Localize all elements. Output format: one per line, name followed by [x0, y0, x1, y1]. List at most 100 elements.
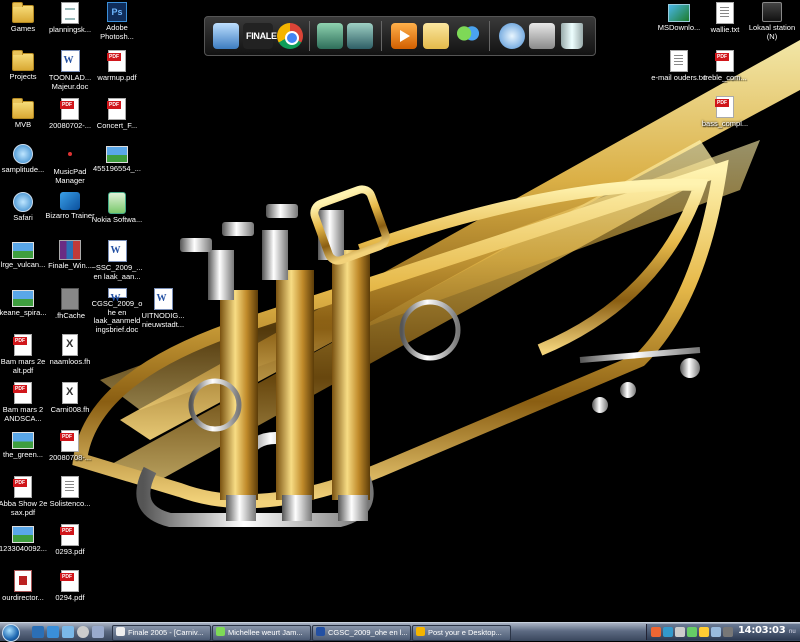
tray-network-icon[interactable]: [663, 627, 673, 637]
browser-icon: [416, 627, 425, 636]
dock-devices[interactable]: [529, 23, 555, 49]
desktop-icon-bass-compl[interactable]: bass_compl...: [698, 94, 752, 142]
task-label: Post your e Desktop...: [428, 628, 502, 638]
image-icon: [12, 526, 34, 543]
quicklaunch-explorer[interactable]: [62, 626, 74, 638]
bizarro-icon: [60, 192, 80, 210]
task-browser[interactable]: Post your e Desktop...: [412, 625, 511, 641]
pdf-icon: [60, 524, 79, 546]
task-word-document[interactable]: CGSC_2009_ohe en l...: [312, 625, 411, 641]
dock-computer[interactable]: [213, 23, 239, 49]
dock-finale[interactable]: FINALE: [243, 23, 277, 49]
quicklaunch-ie[interactable]: [47, 626, 59, 638]
tray-security-icon[interactable]: [699, 627, 709, 637]
dock-separator: [309, 21, 310, 51]
dock-messenger[interactable]: [455, 23, 481, 49]
freehand-icon: [62, 334, 78, 356]
desktop: Games Projects MVB samplitude... Safari …: [0, 0, 800, 622]
finale-icon: FINALE: [246, 31, 277, 41]
desktop-icon-bizarro-trainer[interactable]: Bizarro Trainer: [43, 190, 97, 238]
desktop-icon-label: Concert_F...: [96, 121, 138, 130]
folder-icon: [12, 2, 34, 23]
desktop-icon-uitnodig[interactable]: UITNODIG... nieuwstadt...: [136, 286, 190, 334]
archive-icon: [59, 240, 81, 260]
clock[interactable]: 14:03:03: [738, 625, 786, 636]
pdf-icon: [715, 96, 734, 118]
tray-app-icon[interactable]: [651, 627, 661, 637]
pdf-icon: [60, 98, 79, 120]
dock-bar: FINALE: [204, 16, 596, 56]
dock-media-player[interactable]: [391, 23, 417, 49]
desktop-icon-label: 455196554_...: [93, 164, 141, 173]
system-tray: 14:03:03 nu: [646, 624, 800, 640]
dock-window-manager-2[interactable]: [347, 23, 373, 49]
clock-suffix: nu: [789, 629, 796, 635]
pdf-icon: [715, 50, 734, 72]
quicklaunch-more[interactable]: [92, 626, 104, 638]
desktop-icon-label: warmup.pdf: [97, 73, 137, 82]
document-icon: [61, 2, 79, 24]
image-icon: [12, 290, 34, 307]
safari-icon: [13, 192, 33, 212]
photoshop-icon: [107, 2, 127, 22]
dock-folder[interactable]: [423, 23, 449, 49]
task-messenger[interactable]: Michellee weurt Jam...: [212, 625, 311, 641]
desktop-icon-0294[interactable]: 0294.pdf: [43, 568, 97, 616]
dock-chrome[interactable]: [277, 23, 303, 49]
word-icon: [107, 240, 127, 262]
desktop-icon-toonlad-majeur[interactable]: TOONLAD... Majeur.doc: [43, 48, 97, 96]
task-finale[interactable]: Finale 2005 - [Carniv...: [112, 625, 211, 641]
folder-icon: [12, 98, 34, 119]
start-button[interactable]: [2, 624, 20, 642]
dock-itunes[interactable]: [499, 23, 525, 49]
musicpad-icon: [68, 152, 72, 156]
desktop-icon-nokia-software[interactable]: Nokia Softwa...: [90, 190, 144, 238]
pdf-icon: [13, 334, 32, 356]
folder-icon: [12, 50, 34, 71]
desktop-icon-20080708[interactable]: 20080708-...: [43, 428, 97, 476]
desktop-icon-carni008[interactable]: Carni008.fh: [43, 380, 97, 428]
desktop-icon-lokaal-station[interactable]: Lokaal station (N): [745, 0, 799, 48]
quicklaunch-chrome[interactable]: [77, 626, 89, 638]
word-icon: [316, 627, 325, 636]
desktop-icon-treble-com[interactable]: treble_com...: [698, 48, 752, 96]
desktop-icon-naamloos[interactable]: naamloos.fh: [43, 332, 97, 380]
pdf-icon: [13, 476, 32, 498]
desktop-icon-warmup[interactable]: warmup.pdf: [90, 48, 144, 96]
task-label: Finale 2005 - [Carniv...: [128, 628, 204, 638]
tray-update-icon[interactable]: [711, 627, 721, 637]
tray-device-icon[interactable]: [723, 627, 733, 637]
database-icon: [14, 570, 32, 592]
image-icon: [12, 242, 34, 259]
desktop-icon-concert-f[interactable]: Concert_F...: [90, 96, 144, 144]
messenger-icon: [216, 627, 225, 636]
task-label: Michellee weurt Jam...: [228, 628, 303, 638]
play-icon: [400, 30, 410, 42]
desktop-icon-label: naamloos.fh: [49, 357, 91, 366]
quicklaunch-show-desktop[interactable]: [32, 626, 44, 638]
desktop-icon-0293[interactable]: 0293.pdf: [43, 522, 97, 570]
dock-recycle-bin[interactable]: [561, 23, 583, 49]
desktop-icon-20080702[interactable]: 20080702-...: [43, 96, 97, 144]
desktop-icon-label: 0294.pdf: [55, 593, 85, 602]
desktop-icon-label: Carni008.fh: [50, 405, 90, 414]
desktop-icon-label: 20080708-...: [48, 453, 92, 462]
task-label: CGSC_2009_ohe en l...: [328, 628, 408, 638]
tray-volume-icon[interactable]: [675, 627, 685, 637]
image-icon: [106, 146, 128, 163]
dock-window-manager[interactable]: [317, 23, 343, 49]
desktop-icon-adobe-photoshop[interactable]: Adobe Photosh...: [90, 0, 144, 48]
pdf-icon: [60, 430, 79, 452]
word-icon: [60, 50, 80, 72]
desktop-icon-solistenco[interactable]: Solistenco...: [43, 474, 97, 522]
desktop-icon-ssc-2009[interactable]: ~SSC_2009_... en laak_aan...: [90, 238, 144, 286]
dock-separator: [489, 21, 490, 51]
desktop-icon-455196554[interactable]: 455196554_...: [90, 142, 144, 190]
pdf-icon: [107, 98, 126, 120]
samplitude-icon: [13, 144, 33, 164]
desktop-icon-label: ~SSC_2009_... en laak_aan...: [91, 263, 143, 281]
tray-messenger-icon[interactable]: [687, 627, 697, 637]
word-icon: [153, 288, 173, 310]
taskbar: Finale 2005 - [Carniv... Michellee weurt…: [0, 622, 800, 642]
text-file-icon: [61, 476, 79, 498]
